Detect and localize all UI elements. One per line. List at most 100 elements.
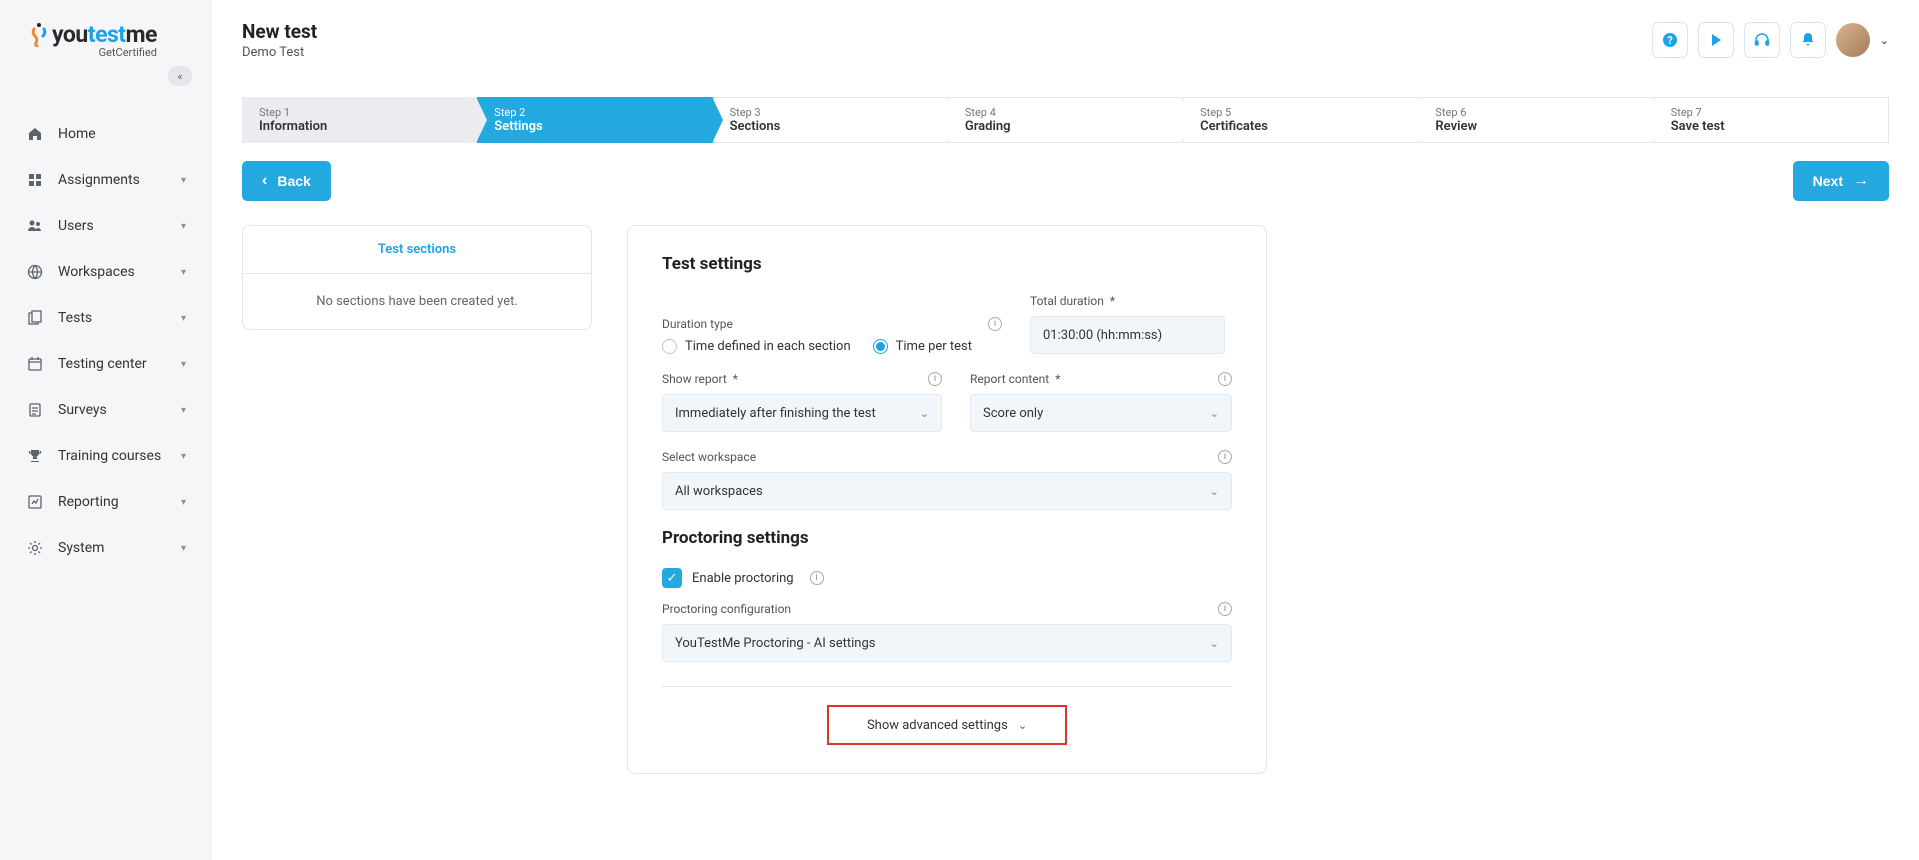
sidebar-item-label: Workspaces — [58, 264, 135, 280]
info-icon[interactable]: i — [810, 571, 824, 585]
chevron-down-icon: ⌄ — [1018, 719, 1027, 732]
logo-subtitle: GetCertified — [99, 46, 157, 59]
svg-text:?: ? — [1667, 34, 1673, 47]
assignments-icon — [26, 172, 44, 188]
chevron-down-icon: ⌄ — [1210, 485, 1219, 498]
total-duration-label: Total duration — [1030, 294, 1104, 308]
step-sections[interactable]: Step 3Sections — [713, 97, 948, 143]
enable-proctoring-checkbox[interactable]: ✓ — [662, 568, 682, 588]
divider — [662, 686, 1232, 687]
sidebar-item-testing-center[interactable]: Testing center▾ — [8, 341, 204, 387]
test-settings-card: Test settings Duration type i Time defin… — [627, 225, 1267, 774]
chevron-down-icon: ▾ — [181, 221, 186, 232]
sidebar-item-reporting[interactable]: Reporting▾ — [8, 479, 204, 525]
advanced-settings-label: Show advanced settings — [867, 718, 1008, 733]
sidebar-item-label: Users — [58, 218, 94, 234]
step-number: Step 3 — [730, 106, 931, 119]
step-number: Step 5 — [1200, 106, 1401, 119]
logo-text-test: test — [88, 21, 126, 48]
globe-icon — [26, 264, 44, 280]
info-icon[interactable]: i — [988, 317, 1002, 331]
arrow-right-icon: → — [1853, 172, 1869, 190]
main: New test Demo Test ? ⌄ Step 1Information… — [212, 0, 1919, 860]
sidebar-item-label: Training courses — [58, 448, 161, 464]
calendar-icon — [26, 356, 44, 372]
next-button-label: Next — [1813, 173, 1843, 189]
chevron-down-icon[interactable]: ⌄ — [1880, 34, 1889, 47]
workspace-label: Select workspace — [662, 450, 756, 464]
chevron-down-icon: ⌄ — [1210, 407, 1219, 420]
logo[interactable]: youtestme GetCertified — [30, 20, 157, 59]
bell-icon — [1800, 32, 1816, 48]
check-icon: ✓ — [667, 571, 678, 586]
collapse-sidebar-button[interactable]: « — [168, 66, 192, 86]
sidebar-item-label: System — [58, 540, 104, 556]
sidebar-item-assignments[interactable]: Assignments ▾ — [8, 157, 204, 203]
support-button[interactable] — [1744, 22, 1780, 58]
report-content-select[interactable]: Score only ⌄ — [970, 394, 1232, 432]
help-button[interactable]: ? — [1652, 22, 1688, 58]
radio-time-per-test[interactable]: Time per test — [873, 339, 972, 354]
workspace-select[interactable]: All workspaces ⌄ — [662, 472, 1232, 510]
test-sections-title: Test sections — [243, 226, 591, 274]
proctoring-config-label: Proctoring configuration — [662, 602, 791, 616]
radio-time-per-section[interactable]: Time defined in each section — [662, 339, 851, 354]
step-number: Step 1 — [259, 106, 460, 119]
chevron-down-icon: ▾ — [181, 175, 186, 186]
avatar[interactable] — [1836, 23, 1870, 57]
radio-icon — [662, 339, 677, 354]
sidebar-item-label: Assignments — [58, 172, 140, 188]
page-title: New test — [242, 20, 317, 43]
play-icon — [1709, 33, 1723, 47]
proctoring-config-select[interactable]: YouTestMe Proctoring - AI settings ⌄ — [662, 624, 1232, 662]
test-sections-card: Test sections No sections have been crea… — [242, 225, 592, 330]
radio-label-per-section: Time defined in each section — [685, 339, 851, 354]
info-icon[interactable]: i — [928, 372, 942, 386]
step-label: Settings — [494, 119, 695, 134]
logo-text-me: me — [126, 21, 157, 48]
info-icon[interactable]: i — [1218, 450, 1232, 464]
next-button[interactable]: Next → — [1793, 161, 1889, 201]
sidebar-item-surveys[interactable]: Surveys▾ — [8, 387, 204, 433]
test-settings-heading: Test settings — [662, 254, 1232, 274]
notifications-button[interactable] — [1790, 22, 1826, 58]
step-label: Certificates — [1200, 119, 1401, 134]
sidebar-item-system[interactable]: System ▾ — [8, 525, 204, 571]
chevron-down-icon: ▾ — [181, 497, 186, 508]
sidebar-item-training-courses[interactable]: Training courses▾ — [8, 433, 204, 479]
sidebar-item-tests[interactable]: Tests▾ — [8, 295, 204, 341]
show-advanced-settings-button[interactable]: Show advanced settings ⌄ — [827, 705, 1067, 745]
sidebar-item-label: Home — [58, 126, 96, 142]
play-button[interactable] — [1698, 22, 1734, 58]
step-review[interactable]: Step 6Review — [1418, 97, 1653, 143]
step-number: Step 6 — [1435, 106, 1636, 119]
radio-label-per-test: Time per test — [896, 339, 972, 354]
step-number: Step 4 — [965, 106, 1166, 119]
chevron-down-icon: ▾ — [181, 543, 186, 554]
total-duration-input[interactable]: 01:30:00 (hh:mm:ss) — [1030, 316, 1225, 354]
sidebar-item-workspaces[interactable]: Workspaces▾ — [8, 249, 204, 295]
info-icon[interactable]: i — [1218, 372, 1232, 386]
step-grading[interactable]: Step 4Grading — [948, 97, 1183, 143]
step-settings[interactable]: Step 2Settings — [477, 97, 712, 143]
proctoring-config-value: YouTestMe Proctoring - AI settings — [675, 636, 875, 651]
enable-proctoring-label: Enable proctoring — [692, 571, 794, 586]
topbar: New test Demo Test ? ⌄ — [212, 0, 1919, 72]
info-icon[interactable]: i — [1218, 602, 1232, 616]
show-report-select[interactable]: Immediately after finishing the test ⌄ — [662, 394, 942, 432]
step-information[interactable]: Step 1Information — [242, 97, 477, 143]
step-save-test[interactable]: Step 7Save test — [1654, 97, 1889, 143]
sidebar-item-label: Surveys — [58, 402, 107, 418]
step-certificates[interactable]: Step 5Certificates — [1183, 97, 1418, 143]
back-button[interactable]: ‹ Back — [242, 161, 331, 201]
reporting-icon — [26, 494, 44, 510]
users-icon — [26, 218, 44, 234]
sidebar-item-users[interactable]: Users ▾ — [8, 203, 204, 249]
logo-mark-icon — [30, 22, 48, 45]
trophy-icon — [26, 448, 44, 464]
sidebar-item-label: Tests — [58, 310, 92, 326]
step-label: Review — [1435, 119, 1636, 134]
sidebar-item-home[interactable]: Home — [8, 111, 204, 157]
step-number: Step 2 — [494, 106, 695, 119]
sidebar: youtestme GetCertified « Home Assignments… — [0, 0, 212, 860]
